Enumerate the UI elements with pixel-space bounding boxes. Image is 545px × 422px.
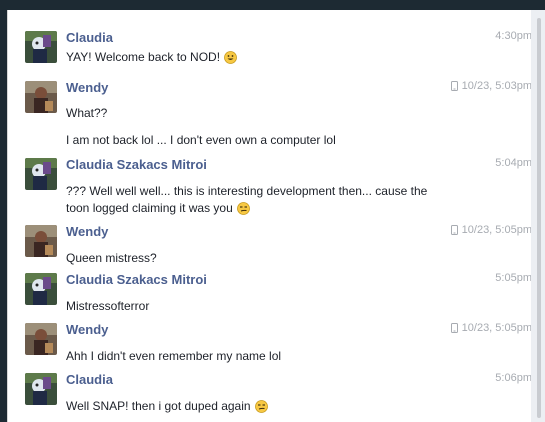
chat-history-panel[interactable]: Claudia 4:30pm YAY! Welcome back to NOD!… xyxy=(7,10,532,422)
message-timestamp: 5:05pm xyxy=(495,272,532,284)
mobile-phone-icon xyxy=(450,323,458,333)
sender-name[interactable]: Claudia xyxy=(66,372,113,387)
smirk-emoji-icon xyxy=(254,399,268,413)
mobile-phone-icon xyxy=(450,225,458,235)
sender-name[interactable]: Wendy xyxy=(66,80,108,95)
grin-emoji-icon xyxy=(224,50,237,64)
message-text: What?? xyxy=(66,106,108,120)
message-timestamp: 5:04pm xyxy=(495,157,532,169)
message-text: ??? Well well well... this is interestin… xyxy=(66,184,428,198)
wendy-avatar[interactable] xyxy=(25,225,57,257)
sender-name[interactable]: Claudia xyxy=(66,30,113,45)
sender-name[interactable]: Claudia Szakacs Mitroi xyxy=(66,157,207,172)
scrollbar-thumb[interactable] xyxy=(537,18,541,418)
mobile-phone-icon xyxy=(450,81,458,91)
message-timestamp: 4:30pm xyxy=(495,30,532,42)
sender-name[interactable]: Wendy xyxy=(66,224,108,239)
message-group: Claudia 5:06pm Well SNAP! then i got dup… xyxy=(8,372,532,413)
message-timestamp: 10/23, 5:05pm xyxy=(450,322,532,334)
message-timestamp: 10/23, 5:05pm xyxy=(450,224,532,236)
message-text: Queen mistress? xyxy=(66,251,157,265)
message-text: toon logged claiming it was you xyxy=(66,201,250,215)
message-group: Wendy 10/23, 5:05pm Queen mistress? xyxy=(8,224,532,265)
message-group: Claudia Szakacs Mitroi 5:04pm ??? Well w… xyxy=(8,157,532,215)
message-text: YAY! Welcome back to NOD! xyxy=(66,50,237,64)
message-group: Wendy 10/23, 5:03pm What?? I am not back… xyxy=(8,80,532,147)
wendy-avatar[interactable] xyxy=(25,81,57,113)
message-text: Ahh I didn't even remember my name lol xyxy=(66,349,282,363)
claudia-avatar[interactable] xyxy=(25,273,57,305)
smirk-emoji-icon xyxy=(236,201,250,215)
message-text: Mistressofterror xyxy=(66,299,150,313)
sender-name[interactable]: Claudia Szakacs Mitroi xyxy=(66,272,207,287)
claudia-avatar[interactable] xyxy=(25,158,57,190)
claudia-avatar[interactable] xyxy=(25,373,57,405)
message-group: Claudia 4:30pm YAY! Welcome back to NOD! xyxy=(8,30,532,71)
message-group: Claudia Szakacs Mitroi 5:05pm Mistressof… xyxy=(8,272,532,313)
claudia-avatar[interactable] xyxy=(25,31,57,63)
message-timestamp: 10/23, 5:03pm xyxy=(450,80,532,92)
message-text: I am not back lol ... I don't even own a… xyxy=(66,133,336,147)
message-text: Well SNAP! then i got duped again xyxy=(66,399,268,413)
message-group: Wendy 10/23, 5:05pm Ahh I didn't even re… xyxy=(8,322,532,363)
sender-name[interactable]: Wendy xyxy=(66,322,108,337)
message-timestamp: 5:06pm xyxy=(495,372,532,384)
wendy-avatar[interactable] xyxy=(25,323,57,355)
